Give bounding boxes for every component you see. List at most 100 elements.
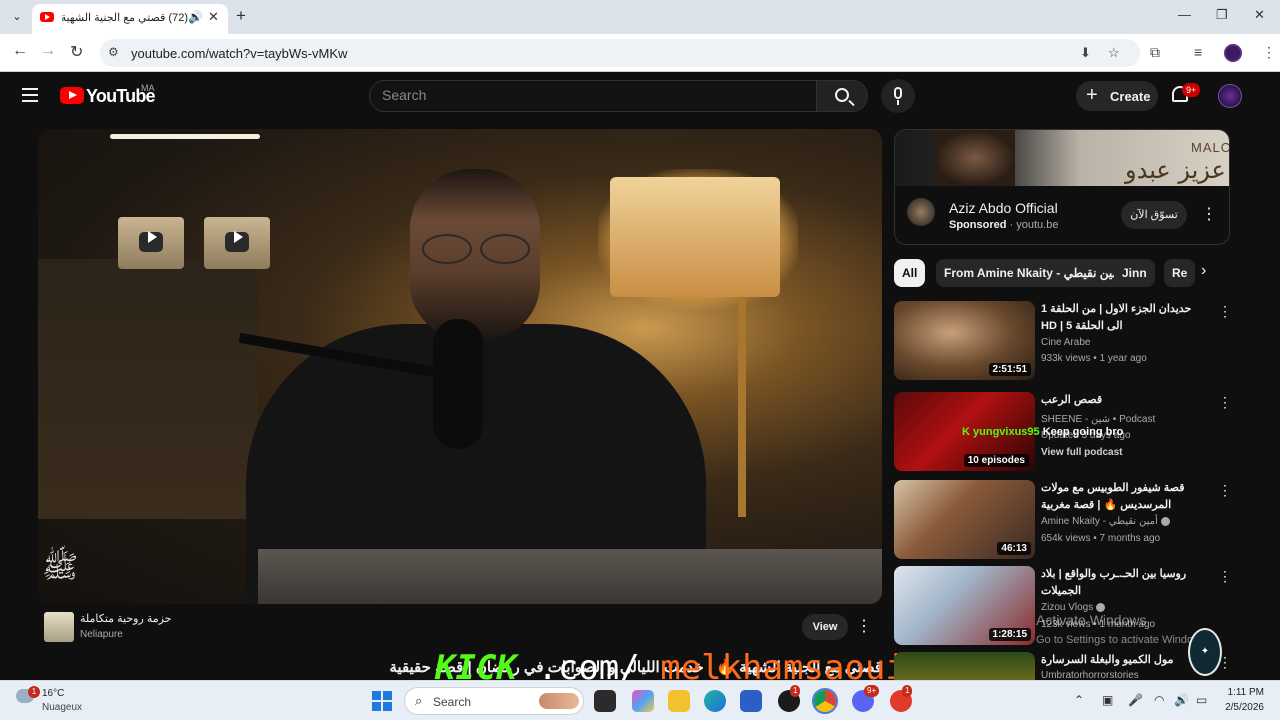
reload-icon[interactable]: ↻ (70, 42, 83, 62)
tray-app-icon[interactable]: ▣ (1102, 693, 1113, 707)
chip-jinn[interactable]: Jinn (1114, 259, 1155, 287)
channel-watermark-icon[interactable]: ﷺ (42, 549, 78, 595)
new-tab-button[interactable]: + (236, 6, 246, 26)
stream-logo-icon: ✦ (1188, 628, 1222, 676)
recommendation-title[interactable]: روسيا بين الحـ.ـرب والواقع | بلاد الجميل… (1041, 566, 1209, 600)
tab-audio-icon[interactable]: 🔊 (188, 10, 203, 24)
windows-start-icon[interactable] (372, 691, 392, 711)
chip-re[interactable]: Re (1164, 259, 1196, 287)
recommendation-more-icon[interactable]: ⋮ (1218, 303, 1232, 320)
battery-icon[interactable]: ▭ (1196, 693, 1207, 707)
recommendation-title[interactable]: قصة شيفور الطوبيس مع مولات المرسديس 🔥 | … (1041, 480, 1209, 514)
chevron-right-icon[interactable]: › (1201, 262, 1206, 280)
clock-date[interactable]: 2/5/2026 (1218, 702, 1264, 713)
browser-profile-avatar[interactable] (1224, 44, 1242, 62)
shop-now-button[interactable]: تسوّق الآن (1121, 201, 1187, 229)
active-tab[interactable]: (72) قصتي مع الجنية الشهية 🔊 ✕ (32, 4, 228, 34)
wifi-icon[interactable]: ◠ (1154, 693, 1164, 707)
account-avatar[interactable] (1218, 84, 1242, 108)
create-button[interactable]: + Create (1076, 81, 1158, 111)
ad-title[interactable]: حزمة روحية متكاملة (80, 612, 171, 625)
file-explorer-icon[interactable] (668, 690, 690, 712)
ad-domain: youtu.be (1016, 219, 1059, 231)
recommendation-item[interactable]: مول الكميو والبغلة السرسارة Umbratorhorr… (894, 652, 1234, 680)
recommendation-channel[interactable]: Amine Nkaity - أمين نقيطي (1041, 516, 1170, 527)
window-close-icon[interactable]: ✕ (1254, 7, 1265, 23)
recommendation-channel[interactable]: SHEENE - شين • Podcast (1041, 414, 1155, 425)
chip-from-channel[interactable]: From Amine Nkaity - أمين نقيطي (936, 259, 1131, 287)
url-text[interactable]: youtube.com/watch?v=taybWs-vMKw (131, 46, 347, 61)
recommendation-item[interactable]: 46:13 قصة شيفور الطوبيس مع مولات المرسدي… (894, 480, 1234, 560)
forward-arrow-icon[interactable]: → (40, 42, 56, 60)
recommendation-item[interactable]: 2:51:51 حديدان الجزء الاول | من الحلقة 1… (894, 301, 1234, 381)
recommendation-title[interactable]: قصص الرعب (1041, 392, 1209, 409)
search-input[interactable] (382, 87, 802, 103)
recommendation-more-icon[interactable]: ⋮ (1218, 394, 1232, 411)
weather-description[interactable]: Nuageux (42, 702, 82, 713)
edge-browser-icon[interactable] (704, 690, 726, 712)
video-frame-light-bar (110, 134, 260, 139)
minimize-icon[interactable]: — (1178, 7, 1191, 22)
recommendation-thumbnail[interactable]: 2:51:51 (894, 301, 1035, 380)
ad-product-thumbnail[interactable] (44, 612, 74, 642)
chrome-icon[interactable] (812, 688, 838, 714)
youtube-logo-icon[interactable] (60, 87, 84, 104)
recommendation-thumbnail[interactable] (894, 652, 1035, 680)
restore-icon[interactable]: ❐ (1216, 7, 1228, 23)
search-highlight-icon (539, 693, 579, 709)
ad-more-icon[interactable]: ⋮ (856, 616, 872, 636)
clock-time[interactable]: 1:11 PM (1224, 687, 1265, 698)
voice-search-button[interactable] (881, 79, 915, 113)
recommendation-channel[interactable]: Cine Arabe (1041, 337, 1090, 348)
copilot-icon[interactable] (632, 690, 654, 712)
browser-tab-strip: ⌄ (72) قصتي مع الجنية الشهية 🔊 ✕ + — ❐ ✕ (0, 0, 1280, 34)
taskbar-search-box[interactable]: ⌕ Search (404, 687, 584, 715)
store-icon[interactable] (740, 690, 762, 712)
taskbar-search-icon: ⌕ (415, 693, 423, 708)
duration-badge: 2:51:51 (988, 363, 1031, 376)
install-app-icon[interactable]: ⬇ (1080, 45, 1091, 61)
search-button[interactable] (816, 80, 868, 112)
address-bar[interactable]: ⚙ youtube.com/watch?v=taybWs-vMKw ⬇ ☆ (100, 39, 1140, 67)
sponsored-ad-card[interactable]: عزيز عبدو MALO Aziz Abdo Official Sponso… (894, 129, 1230, 245)
weather-temperature[interactable]: 16°C (42, 688, 64, 699)
site-info-icon[interactable]: ⚙ (108, 45, 119, 59)
advertiser-name[interactable]: Aziz Abdo Official (949, 200, 1058, 216)
video-frame-lamp (610, 177, 780, 297)
tray-mic-icon[interactable]: 🎤 (1128, 693, 1143, 707)
volume-icon[interactable]: 🔊 (1174, 693, 1189, 707)
recommendation-title[interactable]: مول الكميو والبغلة السرسارة (1041, 652, 1209, 669)
plus-icon: + (1086, 84, 1098, 106)
extensions-icon[interactable]: ⧉ (1150, 44, 1160, 61)
notification-count-badge: 9+ (1182, 83, 1201, 97)
kick-chat-overlay: K yungvixus95 Keep going bro (962, 426, 1123, 438)
ad-banner-image[interactable]: عزيز عبدو MALO (895, 130, 1229, 186)
hamburger-menu-icon[interactable] (22, 88, 38, 102)
chip-all[interactable]: All (894, 259, 926, 287)
recommendation-channel[interactable]: Umbratorhorrorstories (1041, 670, 1139, 680)
tab-search-chevron-icon[interactable]: ⌄ (6, 6, 28, 28)
video-frame-lamp-pole (738, 297, 746, 517)
tab-close-icon[interactable]: ✕ (208, 9, 219, 25)
duration-badge: 1:28:15 (988, 628, 1031, 641)
companion-ad-strip: حزمة روحية متكاملة Neliapure View ⋮ (38, 606, 882, 650)
tray-overflow-icon[interactable]: ⌃ (1074, 693, 1084, 707)
browser-menu-icon[interactable]: ⋮ (1262, 44, 1276, 61)
play-button-plaque (118, 217, 184, 269)
ad-card-more-icon[interactable]: ⋮ (1201, 204, 1217, 224)
windows-taskbar: 1 16°C Nuageux ⌕ Search 1 9+ 1 ⌃ ▣ 🎤 ◠ 🔊… (0, 680, 1280, 720)
reading-list-icon[interactable]: ≡ (1194, 44, 1202, 60)
video-player[interactable]: ﷺ (38, 129, 882, 604)
recommendation-more-icon[interactable]: ⋮ (1218, 568, 1232, 585)
task-view-icon[interactable] (594, 690, 616, 712)
recommendation-more-icon[interactable]: ⋮ (1218, 482, 1232, 499)
channel-name[interactable]: Amine Nkaity - أمين نقيطي (1041, 516, 1158, 527)
discord-badge: 9+ (864, 685, 880, 697)
back-arrow-icon[interactable]: ← (12, 42, 28, 60)
recommendation-title[interactable]: حديدان الجزء الاول | من الحلقة 1 الى الح… (1041, 301, 1209, 335)
ad-view-button[interactable]: View (802, 614, 848, 640)
bookmark-star-icon[interactable]: ☆ (1108, 45, 1120, 61)
view-full-podcast-link[interactable]: View full podcast (1041, 447, 1123, 458)
recommendation-thumbnail[interactable]: 46:13 (894, 480, 1035, 559)
recommendation-thumbnail[interactable]: 1:28:15 (894, 566, 1035, 645)
